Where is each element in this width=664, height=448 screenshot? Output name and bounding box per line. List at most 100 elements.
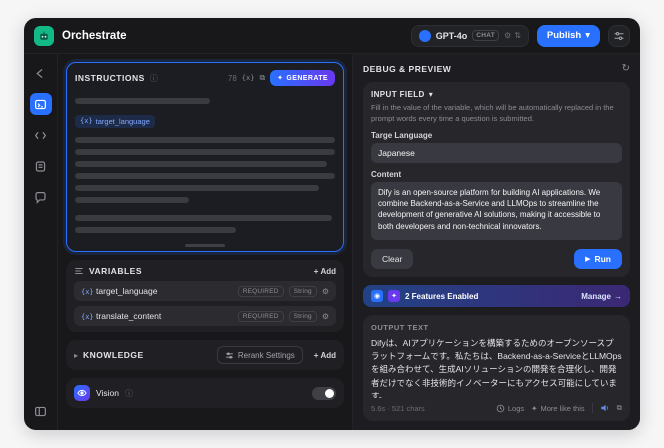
model-provider-icon [418, 29, 431, 42]
variables-section: VARIABLES + Add {x} target_language REQU… [66, 260, 344, 332]
prompt-text-line [75, 160, 328, 167]
vision-label: Vision [96, 388, 119, 398]
type-badge[interactable]: String [288, 285, 317, 297]
instructions-title: INSTRUCTIONS [75, 73, 145, 83]
manage-features-button[interactable]: Manage → [581, 292, 622, 301]
content-textarea[interactable]: Dify is an open-source platform for buil… [371, 182, 622, 240]
rerank-settings-button[interactable]: Rerank Settings [216, 346, 303, 364]
output-title: OUTPUT TEXT [371, 323, 429, 332]
chevron-down-icon: ▾ [585, 30, 590, 41]
annotation-icon [35, 191, 46, 204]
info-icon: ⓘ [149, 73, 158, 83]
variable-row-translate-content[interactable]: {x} translate_content REQUIRED String ⚙ [74, 306, 336, 326]
plus-icon: + [313, 266, 319, 276]
output-footer: 5.6s · 521 chars Logs ✦ More like this ⧉ [371, 403, 622, 413]
prompt-text-line [75, 136, 335, 143]
vision-icon [74, 385, 90, 401]
sparkle-icon: ✦ [531, 403, 538, 413]
required-badge: REQUIRED [237, 310, 284, 322]
type-badge[interactable]: String [288, 310, 317, 322]
add-variable-button[interactable]: + Add [314, 267, 336, 276]
target-language-label: Targe Language [371, 131, 433, 140]
generate-label: GENERATE [286, 74, 328, 82]
debug-title: DEBUG & PREVIEW [363, 63, 452, 74]
clear-button[interactable]: Clear [371, 249, 414, 269]
arrow-right-icon: → [614, 291, 622, 301]
output-meta: 5.6s · 521 chars [371, 403, 425, 413]
variable-name: target_language [96, 286, 158, 296]
variables-title: VARIABLES [89, 266, 142, 276]
knowledge-section: ▸ KNOWLEDGE Rerank Settings + Add [66, 340, 344, 370]
sidebar-item-api[interactable] [30, 124, 52, 146]
toggle-knob [325, 388, 334, 398]
prompt-text-line [75, 214, 333, 221]
app-window: Orchestrate GPT-4o CHAT ⚙ ⇅ Publish ▾ IN… [24, 18, 640, 430]
sidebar-item-logs[interactable] [30, 155, 52, 177]
back-icon[interactable] [30, 62, 52, 84]
play-icon: ▶ [585, 256, 591, 263]
variable-settings-icon[interactable]: ⚙ [322, 287, 329, 296]
chevron-down-icon: ▾ [428, 90, 434, 99]
orchestrate-panel: INSTRUCTIONS ⓘ 78 {x} ⧉ ✦ GENERATE {x} ta… [58, 54, 352, 430]
app-icon [34, 25, 54, 46]
more-like-this-label: More like this [540, 403, 585, 413]
input-field-card: INPUT FIELD ▾ Fill in the value of the v… [363, 82, 630, 277]
divider [591, 403, 593, 413]
features-bar[interactable]: ◉ ✦ 2 Features Enabled Manage → [363, 285, 630, 307]
gear-icon[interactable]: ⚙ [504, 31, 511, 40]
publish-label: Publish [546, 30, 582, 41]
refresh-icon[interactable]: ↻ [622, 63, 630, 74]
sidebar-item-orchestrate[interactable] [29, 93, 52, 115]
required-badge: REQUIRED [237, 285, 284, 297]
prompt-content[interactable]: {x}target_language {x}translate_content [75, 86, 335, 242]
target-language-input[interactable]: Japanese [371, 143, 622, 163]
caret-right-icon: ▸ [74, 350, 79, 360]
variables-header[interactable]: VARIABLES + Add [74, 266, 336, 276]
variable-icon: {x} [81, 288, 94, 296]
variable-icon: {x} [80, 117, 93, 125]
copy-icon[interactable]: ⧉ [259, 73, 265, 83]
knowledge-header[interactable]: ▸ KNOWLEDGE Rerank Settings + Add [74, 346, 336, 364]
add-label: Add [320, 350, 336, 360]
speaker-icon[interactable] [600, 403, 610, 413]
generate-button[interactable]: ✦ GENERATE [270, 70, 335, 86]
swap-icon[interactable]: ⇅ [514, 31, 521, 40]
output-text: Difyは、AIアプリケーションを構築するためのオープンソースプラットフォームで… [371, 338, 622, 398]
vision-toggle[interactable] [312, 386, 336, 400]
content-label: Content [371, 170, 402, 179]
collapse-panel-icon[interactable] [30, 400, 52, 422]
publish-button[interactable]: Publish ▾ [536, 24, 600, 47]
variable-icon: {x} [81, 313, 94, 321]
insert-variable-icon[interactable]: {x} [242, 74, 255, 82]
logs-button[interactable]: Logs [496, 404, 524, 413]
model-selector[interactable]: GPT-4o CHAT ⚙ ⇅ [410, 24, 529, 47]
code-icon [34, 131, 47, 139]
knowledge-title: KNOWLEDGE [83, 350, 144, 360]
info-icon: ⓘ [125, 388, 133, 398]
instructions-editor[interactable]: INSTRUCTIONS ⓘ 78 {x} ⧉ ✦ GENERATE {x} ta… [66, 62, 344, 252]
debug-preview-panel: DEBUG & PREVIEW ↻ INPUT FIELD ▾ Fill in … [352, 54, 640, 430]
add-knowledge-button[interactable]: + Add [314, 351, 336, 360]
model-name: GPT-4o [435, 30, 468, 41]
logs-icon [496, 404, 505, 412]
sliders-icon [225, 351, 233, 359]
input-field-header[interactable]: INPUT FIELD ▾ [371, 90, 622, 99]
logs-icon [35, 160, 46, 172]
prompt-text-line [75, 148, 335, 155]
resize-handle[interactable] [185, 244, 225, 247]
run-button[interactable]: ▶ Run [574, 249, 622, 269]
sidebar-item-annotations[interactable] [30, 186, 52, 208]
more-like-this-button[interactable]: ✦ More like this [531, 404, 584, 413]
sliders-icon [614, 31, 624, 40]
speech-feature-icon: ◉ [371, 290, 383, 302]
copy-output-icon[interactable]: ⧉ [617, 403, 622, 413]
settings-button[interactable] [608, 24, 630, 47]
variable-row-target-language[interactable]: {x} target_language REQUIRED String ⚙ [74, 281, 336, 301]
rerank-label: Rerank Settings [237, 350, 295, 360]
prompt-text-line [75, 172, 335, 179]
app-body: INSTRUCTIONS ⓘ 78 {x} ⧉ ✦ GENERATE {x} ta… [24, 54, 640, 430]
char-count: 78 [227, 73, 237, 83]
variable-tag-target-language[interactable]: {x} target_language [75, 114, 155, 128]
variable-settings-icon[interactable]: ⚙ [322, 312, 329, 321]
more-like-this-feature-icon: ✦ [388, 290, 400, 302]
